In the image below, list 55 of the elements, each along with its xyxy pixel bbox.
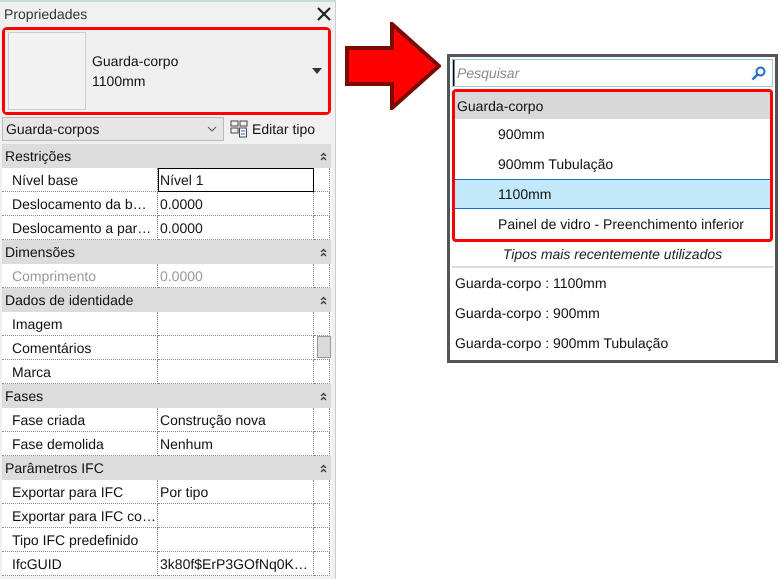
- collapse-icon: [320, 464, 327, 472]
- scrollbar-thumb[interactable]: [317, 336, 331, 358]
- collapse-icon: [320, 248, 327, 256]
- property-label: Imagem: [2, 312, 158, 336]
- family-name: Guarda-corpo: [92, 52, 180, 71]
- recent-type-option[interactable]: Guarda-corpo : 900mm Tubulação: [452, 328, 773, 358]
- collapse-icon: [320, 296, 327, 304]
- category-filter[interactable]: Guarda-corpos: [2, 117, 224, 141]
- panel-title: Propriedades: [4, 6, 88, 22]
- property-value[interactable]: [158, 336, 314, 360]
- category-header[interactable]: Restrições: [2, 144, 331, 168]
- property-value[interactable]: 0.0000: [158, 192, 314, 216]
- recent-type-option[interactable]: Guarda-corpo : 900mm: [452, 298, 773, 328]
- property-value[interactable]: [158, 312, 314, 336]
- property-label: Deslocamento da b…: [2, 192, 158, 216]
- type-selector[interactable]: Guarda-corpo 1100mm: [5, 30, 328, 112]
- property-label: Nível base: [2, 168, 158, 192]
- property-label: Comentários: [2, 336, 158, 360]
- search-icon[interactable]: [751, 66, 766, 81]
- property-value[interactable]: [158, 504, 314, 528]
- category-name: Parâmetros IFC: [5, 460, 104, 476]
- property-value[interactable]: Construção nova: [158, 408, 314, 432]
- category-header[interactable]: Parâmetros IFC: [2, 456, 331, 480]
- property-value[interactable]: Por tipo: [158, 480, 314, 504]
- property-value[interactable]: [158, 528, 314, 552]
- recent-heading: Tipos mais recentemente utilizados: [452, 242, 773, 268]
- caret-icon: [312, 68, 322, 74]
- edit-type-button[interactable]: Editar tipo: [230, 117, 316, 141]
- category-name: Fases: [5, 388, 44, 404]
- type-name: 1100mm: [92, 72, 146, 91]
- property-value[interactable]: Nível 1: [158, 168, 314, 192]
- property-value[interactable]: 3k80f$ErP3GOfNq0K…: [158, 552, 314, 576]
- property-label: IfcGUID: [2, 552, 158, 576]
- type-option[interactable]: Painel de vidro - Preenchimento inferior: [455, 209, 770, 239]
- property-label: Exportar para IFC: [2, 480, 158, 504]
- property-label: Tipo IFC predefinido: [2, 528, 158, 552]
- type-option[interactable]: 900mm Tubulação: [455, 149, 770, 179]
- category-header[interactable]: Dados de identidade: [2, 288, 331, 312]
- property-label: Exportar para IFC co…: [2, 504, 158, 528]
- collapse-icon: [320, 392, 327, 400]
- category-name: Dimensões: [5, 244, 76, 260]
- category-name: Restrições: [5, 148, 72, 164]
- search-field[interactable]: Pesquisar: [452, 59, 773, 87]
- chevron-icon: [207, 126, 217, 132]
- close-icon[interactable]: [317, 7, 331, 21]
- type-option[interactable]: 1100mm: [455, 179, 770, 209]
- type-option[interactable]: 900mm: [455, 119, 770, 149]
- category-header[interactable]: Fases: [2, 384, 331, 408]
- property-label: Fase criada: [2, 408, 158, 432]
- category-header[interactable]: Dimensões: [2, 240, 331, 264]
- recent-type-option[interactable]: Guarda-corpo : 1100mm: [452, 268, 773, 298]
- edit-type-icon: [230, 120, 248, 138]
- collapse-icon: [320, 152, 327, 160]
- family-header: Guarda-corpo: [455, 92, 770, 119]
- category-name: Dados de identidade: [5, 292, 134, 308]
